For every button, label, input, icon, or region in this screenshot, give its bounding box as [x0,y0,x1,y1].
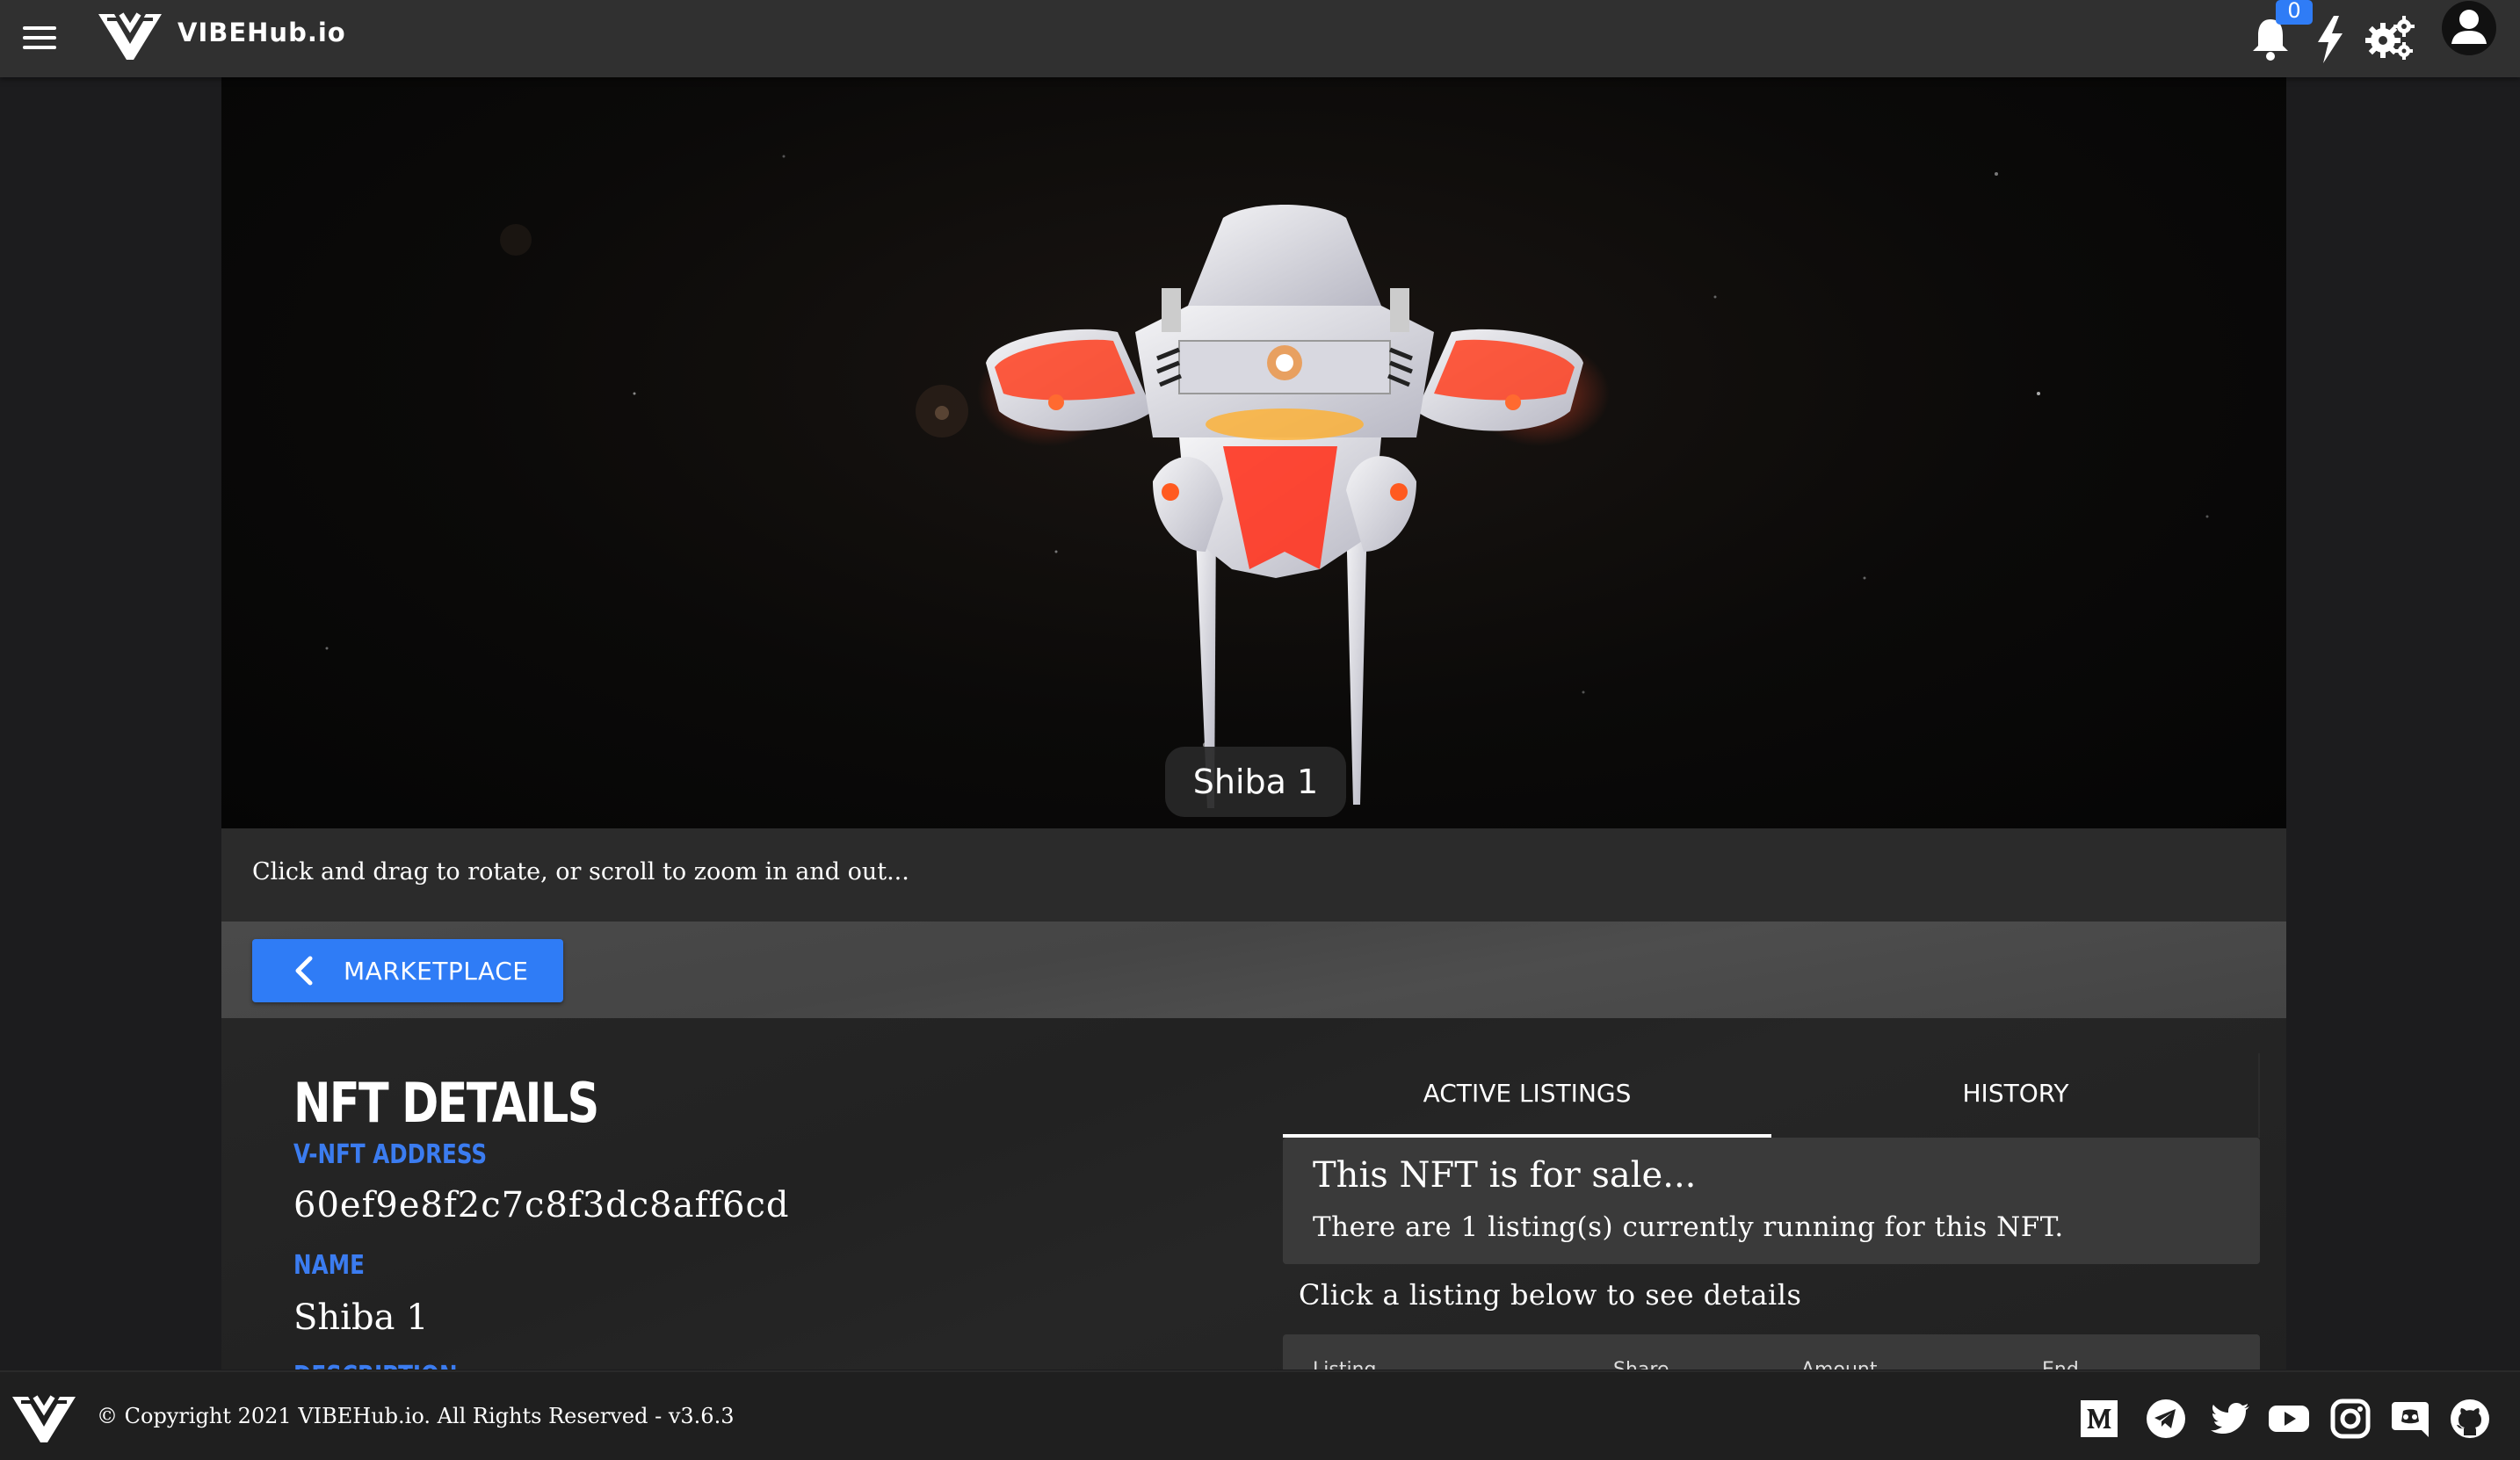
github-icon[interactable] [2450,1399,2490,1439]
column-header-listing[interactable]: Listing [1313,1359,1376,1370]
nft-3d-viewer[interactable]: Shiba 1 [221,77,2286,828]
listing-tabs: ACTIVE LISTINGS HISTORY [1283,1053,2260,1138]
top-app-bar: VIBEHub.io 0 [0,0,2520,77]
tab-history[interactable]: HISTORY [1771,1053,2260,1138]
tab-active-listings[interactable]: ACTIVE LISTINGS [1283,1053,1771,1138]
sale-notice: This NFT is for sale... There are 1 list… [1283,1138,2260,1264]
viewer-hint-bar: Click and drag to rotate, or scroll to z… [221,828,2286,922]
menu-icon[interactable] [23,21,58,56]
back-button-label: MARKETPLACE [344,957,529,986]
sale-subtitle: There are 1 listing(s) currently running… [1313,1211,2064,1243]
navigation-bar: MARKETPLACE [221,922,2286,1018]
listings-table: Listing Share Amount End [1283,1334,2260,1370]
instagram-icon[interactable] [2330,1399,2371,1439]
description-label: DESCRIPTION [293,1361,458,1370]
listing-hint: Click a listing below to see details [1299,1278,1802,1312]
lightning-icon[interactable] [2304,12,2357,65]
discord-icon[interactable] [2390,1399,2430,1439]
chevron-left-icon [295,956,313,986]
column-header-share[interactable]: Share [1613,1359,1669,1370]
column-header-amount[interactable]: Amount [1801,1359,1877,1370]
address-label: V-NFT ADDRESS [293,1139,488,1170]
youtube-icon[interactable] [2269,1399,2309,1439]
name-value: Shiba 1 [293,1297,429,1338]
vibehub-logo[interactable] [9,1390,79,1446]
nft-details-section: NFT DETAILS V-NFT ADDRESS 60ef9e8f2c7c8f… [221,1018,2286,1370]
sale-title: This NFT is for sale... [1313,1155,1697,1196]
column-header-end[interactable]: End [2042,1359,2079,1370]
gear-icon[interactable] [2364,12,2416,65]
footer: © Copyright 2021 VIBEHub.io. All Rights … [0,1370,2520,1460]
user-icon[interactable] [2441,0,2497,56]
back-to-marketplace-button[interactable]: MARKETPLACE [252,939,563,1002]
medium-icon[interactable] [2079,1399,2119,1439]
copyright-text: © Copyright 2021 VIBEHub.io. All Rights … [97,1404,735,1428]
vibehub-logo[interactable] [95,7,165,63]
address-value: 60ef9e8f2c7c8f3dc8aff6cd [293,1185,790,1225]
viewer-hint-text: Click and drag to rotate, or scroll to z… [252,858,909,885]
model-name-label: Shiba 1 [1165,747,1346,817]
spaceship-model [977,205,1610,808]
brand-name[interactable]: VIBEHub.io [177,18,346,47]
name-label: NAME [293,1250,365,1281]
telegram-icon[interactable] [2146,1399,2186,1439]
twitter-icon[interactable] [2211,1399,2251,1439]
details-title: NFT DETAILS [293,1071,599,1135]
